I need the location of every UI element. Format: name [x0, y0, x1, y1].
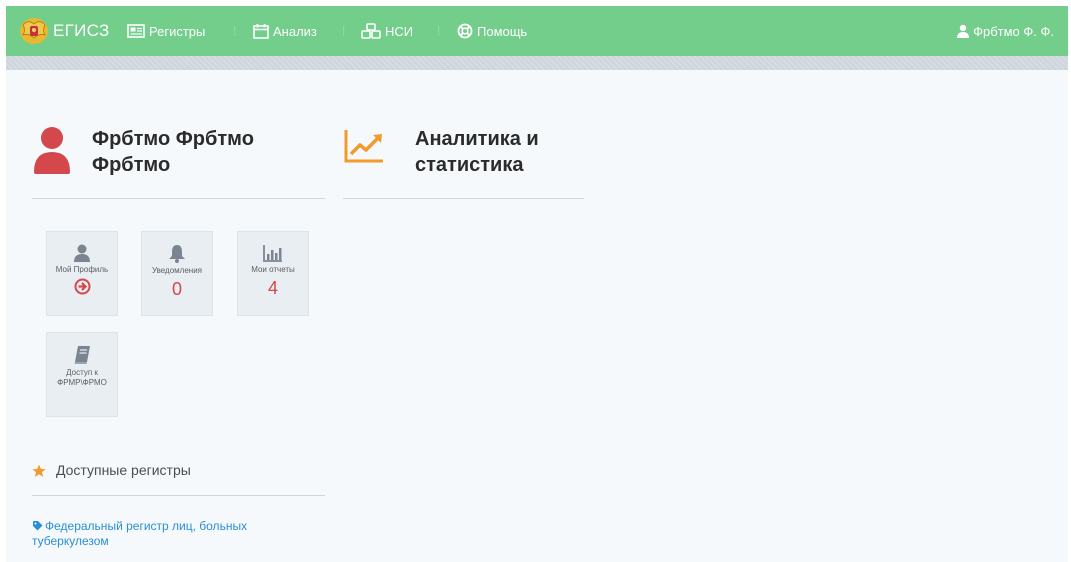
nav-item-help[interactable]: Помощь [457, 20, 527, 42]
brand-title: ЕГИСЗ [53, 21, 110, 40]
available-registries-header: Доступные регистры [32, 460, 325, 496]
bell-icon [169, 245, 185, 263]
notifications-count: 0 [171, 279, 182, 299]
nav-item-help-label: Помощь [477, 23, 528, 39]
tile-frmr-access[interactable]: Доступ к ФРМР\ФРМО [46, 332, 118, 417]
nav-item-analysis[interactable]: Анализ [253, 20, 317, 42]
nav-item-analysis-label: Анализ [273, 23, 317, 39]
app-frame: ЕГИСЗ Регистры ⁞ Анализ ⁞ НСИ ⁞ Помощь Ф… [6, 6, 1068, 562]
nav-separator: ⁞ [437, 24, 441, 38]
nav-item-registries-label: Регистры [149, 23, 206, 39]
tile-my-profile[interactable]: Мой Профиль [46, 231, 118, 316]
tile-notifications[interactable]: Уведомления 0 [141, 231, 213, 316]
top-navbar: ЕГИСЗ Регистры ⁞ Анализ ⁞ НСИ ⁞ Помощь Ф… [6, 6, 1068, 56]
circle-arrow-right-icon [74, 278, 90, 295]
profile-name: Фрбтмо Фрбтмо Фрбтмо [92, 128, 254, 176]
nav-separator: ⁞ [233, 24, 237, 38]
profile-header: Фрбтмо Фрбтмо Фрбтмо [32, 122, 325, 199]
nav-item-nsi[interactable]: НСИ [361, 20, 413, 42]
registry-link-tuberculosis[interactable]: Федеральный регистр лиц, больных туберку… [32, 519, 302, 549]
user-name: Фрбтмо Ф. Ф. [973, 23, 1054, 39]
header-divider-stripe [6, 56, 1068, 70]
cubes-icon [361, 23, 381, 39]
tile-label: Доступ к ФРМР\ФРМО [57, 368, 107, 387]
registry-icon [127, 24, 145, 38]
star-icon [32, 464, 46, 477]
analytics-header: Аналитика и статистика [343, 122, 584, 199]
analytics-title: Аналитика и статистика [415, 128, 539, 176]
lifebuoy-icon [457, 23, 473, 39]
tile-label: Уведомления [151, 266, 203, 275]
user-avatar-icon [34, 127, 70, 174]
bar-chart-icon [263, 245, 282, 262]
trend-chart-icon [344, 130, 383, 163]
user-menu[interactable]: Фрбтмо Ф. Ф. [956, 20, 1054, 42]
nav-separator: ⁞ [342, 24, 346, 38]
book-icon [74, 346, 90, 364]
reports-count: 4 [267, 278, 278, 298]
tag-icon [33, 521, 43, 531]
registry-link-label: Федеральный регистр лиц, больных туберку… [32, 519, 248, 548]
brand[interactable]: ЕГИСЗ [19, 16, 110, 46]
nav-item-nsi-label: НСИ [385, 23, 414, 39]
user-icon [957, 24, 970, 38]
tile-label: Мой Профиль [55, 265, 109, 274]
tile-label: Мои отчеты [251, 265, 295, 274]
tile-my-reports[interactable]: Мои отчеты 4 [237, 231, 309, 316]
user-icon [74, 244, 90, 262]
nav-item-registries[interactable]: Регистры [127, 20, 205, 42]
calendar-icon [253, 24, 269, 39]
available-registries-title: Доступные регистры [56, 462, 191, 478]
coat-of-arms-icon [20, 18, 48, 44]
